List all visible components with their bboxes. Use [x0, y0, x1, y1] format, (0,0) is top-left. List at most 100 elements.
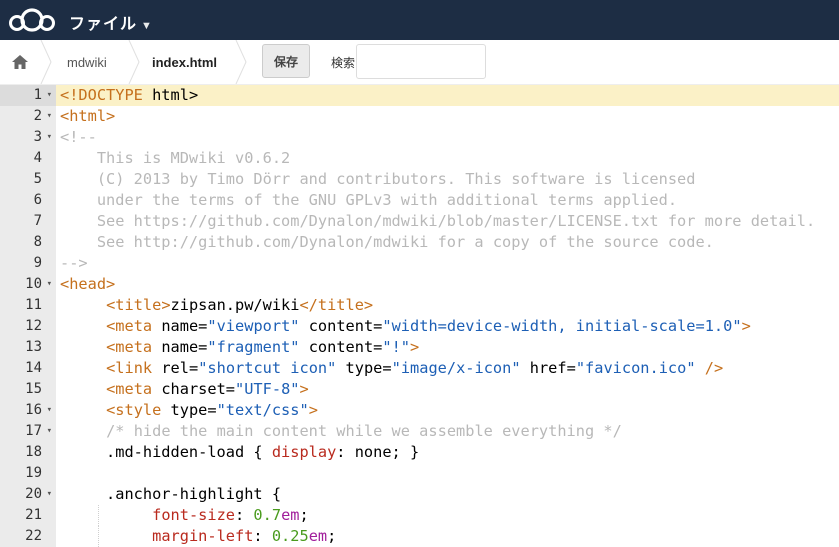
code-token: >	[308, 401, 318, 419]
fold-arrow-icon[interactable]: ▾	[47, 106, 52, 127]
code-text: <title>zipsan.pw/wiki</title>	[60, 295, 373, 316]
code-token: .anchor-highlight {	[60, 485, 282, 503]
search-label: 検索	[331, 56, 356, 70]
code-line[interactable]: 14 <link rel="shortcut icon" type="image…	[0, 358, 839, 379]
code-line[interactable]: 22 margin-left: 0.25em;	[0, 526, 839, 547]
code-token: font-size	[152, 506, 235, 524]
line-number-cell: 9	[0, 253, 56, 274]
code-token: content=	[299, 317, 383, 335]
code-editor[interactable]: 1 ▾ <!DOCTYPE html> 2 ▾ <html> 3 ▾ <!-- 4 This is…	[0, 85, 839, 547]
code-token: <html>	[60, 107, 116, 125]
code-text: See https://github.com/Dynalon/mdwiki/bl…	[60, 211, 815, 232]
line-number-cell: 3 ▾	[0, 127, 56, 148]
save-button[interactable]: 保存	[262, 44, 310, 78]
line-number: 22	[25, 528, 42, 544]
code-token: type=	[336, 359, 392, 377]
code-token: :	[253, 527, 272, 545]
fold-arrow-icon[interactable]: ▾	[47, 484, 52, 505]
breadcrumb-home[interactable]	[0, 40, 40, 84]
line-number: 11	[25, 297, 42, 313]
code-text: -->	[60, 253, 88, 274]
cloud-logo[interactable]	[6, 6, 58, 34]
line-number-cell: 16 ▾	[0, 400, 56, 421]
code-text: <html>	[60, 106, 115, 127]
code-line[interactable]: 1 ▾ <!DOCTYPE html>	[0, 85, 839, 106]
breadcrumb-separator	[40, 40, 52, 84]
breadcrumb-mdwiki[interactable]: mdwiki	[67, 40, 107, 84]
code-token: >	[410, 338, 420, 356]
code-line[interactable]: 3 ▾ <!--	[0, 127, 839, 148]
code-token: ;	[299, 506, 309, 524]
line-number: 1	[33, 87, 42, 103]
line-number: 10	[25, 276, 42, 292]
breadcrumb-current-file[interactable]: index.html	[152, 40, 217, 84]
code-token: >	[299, 380, 309, 398]
line-number-cell: 10 ▾	[0, 274, 56, 295]
code-line[interactable]: 19	[0, 463, 839, 484]
code-line[interactable]: 4 This is MDwiki v0.6.2	[0, 148, 839, 169]
code-token: html>	[142, 86, 199, 104]
code-text: font-size: 0.7em;	[60, 505, 309, 526]
top-bar: ファイル ▼	[0, 0, 839, 40]
line-number-cell: 2 ▾	[0, 106, 56, 127]
code-line[interactable]: 11 <title>zipsan.pw/wiki</title>	[0, 295, 839, 316]
line-number: 8	[33, 234, 42, 250]
code-text: <style type="text/css">	[60, 400, 318, 421]
code-token: <style	[106, 401, 162, 419]
code-token: <meta	[106, 380, 153, 398]
code-line[interactable]: 13 <meta name="fragment" content="!">	[0, 337, 839, 358]
code-text: <!--	[60, 127, 97, 148]
code-text: <meta name="viewport" content="width=dev…	[60, 316, 751, 337]
line-number: 9	[33, 255, 42, 271]
code-line[interactable]: 9 -->	[0, 253, 839, 274]
line-number-cell: 13	[0, 337, 56, 358]
line-number-cell: 22	[0, 526, 56, 547]
line-number-cell: 15	[0, 379, 56, 400]
line-number: 6	[33, 192, 42, 208]
code-line[interactable]: 10 ▾ <head>	[0, 274, 839, 295]
code-line[interactable]: 8 See http://github.com/Dynalon/mdwiki f…	[0, 232, 839, 253]
code-line[interactable]: 21 font-size: 0.7em;	[0, 505, 839, 526]
code-line[interactable]: 7 See https://github.com/Dynalon/mdwiki/…	[0, 211, 839, 232]
code-line[interactable]: 16 ▾ <style type="text/css">	[0, 400, 839, 421]
app-menu[interactable]: ファイル ▼	[69, 10, 153, 34]
code-token: :	[235, 506, 254, 524]
code-token: content=	[299, 338, 383, 356]
search-input[interactable]	[356, 44, 486, 79]
code-token: : none; }	[336, 443, 420, 461]
line-number: 12	[25, 318, 42, 334]
code-token: "UTF-8"	[235, 380, 300, 398]
code-line[interactable]: 20 ▾ .anchor-highlight {	[0, 484, 839, 505]
fold-arrow-icon[interactable]: ▾	[47, 274, 52, 295]
code-token: See https://github.com/Dynalon/mdwiki/bl…	[60, 212, 816, 230]
code-token: <!--	[60, 128, 97, 146]
fold-arrow-icon[interactable]: ▾	[47, 400, 52, 421]
code-line[interactable]: 2 ▾ <html>	[0, 106, 839, 127]
code-line[interactable]: 15 <meta charset="UTF-8">	[0, 379, 839, 400]
breadcrumb-separator	[235, 40, 247, 84]
code-token: (C) 2013 by Timo Dörr and contributors. …	[60, 170, 696, 188]
line-number-cell: 19	[0, 463, 56, 484]
code-token: zipsan.pw/wiki	[170, 296, 300, 314]
code-line[interactable]: 12 <meta name="viewport" content="width=…	[0, 316, 839, 337]
code-token: margin-left	[152, 527, 254, 545]
caret-down-icon: ▼	[141, 20, 153, 32]
code-line[interactable]: 5 (C) 2013 by Timo Dörr and contributors…	[0, 169, 839, 190]
code-token: "viewport"	[207, 317, 300, 335]
fold-arrow-icon[interactable]: ▾	[47, 85, 52, 106]
fold-arrow-icon[interactable]: ▾	[47, 421, 52, 442]
line-number-cell: 11	[0, 295, 56, 316]
controls-bar: mdwiki index.html 保存 検索	[0, 40, 839, 85]
code-line[interactable]: 17 ▾ /* hide the main content while we as…	[0, 421, 839, 442]
code-line[interactable]: 6 under the terms of the GNU GPLv3 with …	[0, 190, 839, 211]
line-number-cell: 14	[0, 358, 56, 379]
code-text: <!DOCTYPE html>	[60, 85, 198, 106]
code-text: See http://github.com/Dynalon/mdwiki for…	[60, 232, 714, 253]
fold-arrow-icon[interactable]: ▾	[47, 127, 52, 148]
code-line[interactable]: 18 .md-hidden-load { display: none; }	[0, 442, 839, 463]
line-number-cell: 18	[0, 442, 56, 463]
line-number-cell: 7	[0, 211, 56, 232]
